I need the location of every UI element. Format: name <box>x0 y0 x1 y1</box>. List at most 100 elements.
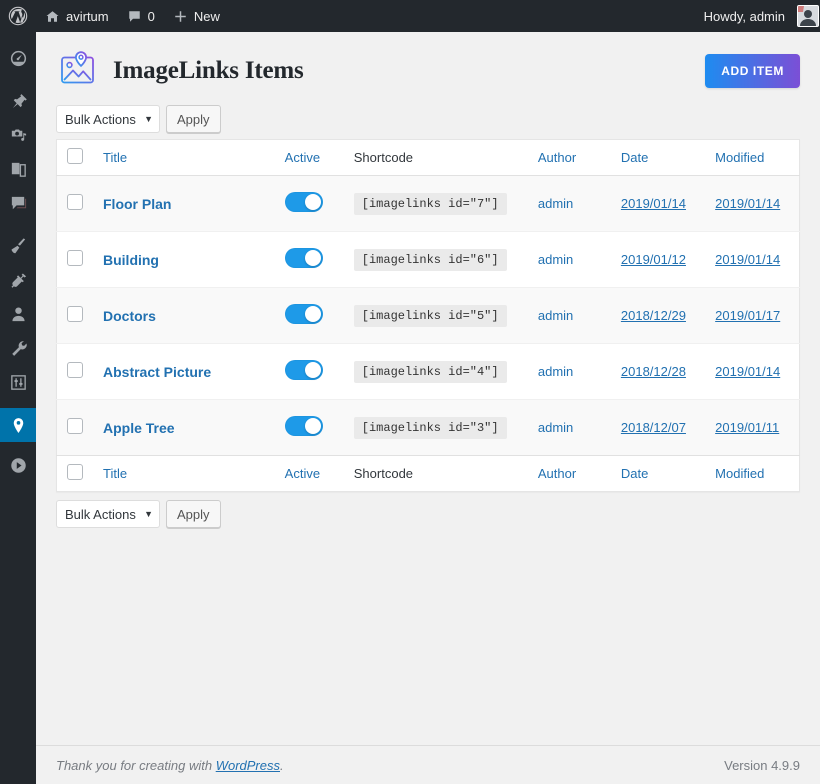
active-toggle[interactable] <box>284 192 323 212</box>
select-all-checkbox-bottom[interactable] <box>67 464 83 480</box>
modified-link[interactable]: 2019/01/14 <box>715 196 780 211</box>
row-shortcode-cell: [imagelinks id="6"] <box>343 231 528 288</box>
toggle-knob <box>304 250 321 266</box>
row-select-cell <box>56 231 93 288</box>
active-toggle[interactable] <box>284 304 323 324</box>
imagelinks-photo-pin-icon <box>56 48 101 93</box>
column-footer-title[interactable]: Title <box>93 455 275 492</box>
sidebar-item-comments[interactable] <box>0 186 36 220</box>
wordpress-logo-button[interactable] <box>0 0 36 32</box>
wordpress-link[interactable]: WordPress <box>216 758 280 773</box>
footer-thanks-prefix: Thank you for creating with <box>56 757 216 773</box>
column-footer-author[interactable]: Author <box>527 455 611 492</box>
row-checkbox[interactable] <box>67 418 83 434</box>
sidebar-item-tools[interactable] <box>0 331 36 365</box>
row-checkbox[interactable] <box>67 306 83 322</box>
site-name-button[interactable]: avirtum <box>36 0 118 32</box>
select-all-checkbox-top[interactable] <box>67 148 83 164</box>
column-header-date-label: Date <box>620 150 649 165</box>
row-active-cell <box>274 343 344 400</box>
column-footer-date[interactable]: Date <box>610 455 706 492</box>
user-icon <box>9 305 28 324</box>
modified-link[interactable]: 2019/01/17 <box>715 308 780 323</box>
column-header-title[interactable]: Title <box>93 139 275 176</box>
date-link[interactable]: 2019/01/12 <box>621 252 686 267</box>
plus-icon <box>173 9 188 24</box>
sidebar-item-imagelinks[interactable] <box>0 408 36 442</box>
apply-button-top[interactable]: Apply <box>166 105 221 133</box>
row-title-link[interactable]: Building <box>103 252 159 268</box>
row-title-link[interactable]: Apple Tree <box>103 420 175 436</box>
admin-bar: avirtum 0 New Howdy, admin <box>0 0 820 32</box>
modified-link[interactable]: 2019/01/14 <box>715 364 780 379</box>
active-toggle[interactable] <box>284 416 323 436</box>
bulk-actions-select-bottom[interactable]: Bulk Actions <box>56 500 160 528</box>
sidebar-item-pages[interactable] <box>0 152 36 186</box>
author-link[interactable]: admin <box>538 364 573 379</box>
shortcode-text[interactable]: [imagelinks id="6"] <box>353 248 507 271</box>
author-link[interactable]: admin <box>538 252 573 267</box>
row-author-cell: admin <box>527 399 611 456</box>
date-link[interactable]: 2018/12/29 <box>621 308 686 323</box>
column-header-active[interactable]: Active <box>274 139 344 176</box>
sidebar-item-media[interactable] <box>0 118 36 152</box>
author-link[interactable]: admin <box>538 420 573 435</box>
row-checkbox[interactable] <box>67 194 83 210</box>
add-item-button[interactable]: ADD ITEM <box>705 53 800 88</box>
new-content-button[interactable]: New <box>164 0 229 32</box>
apply-button-bottom[interactable]: Apply <box>166 500 221 528</box>
comments-button[interactable]: 0 <box>118 0 164 32</box>
row-date-cell: 2019/01/12 <box>610 231 706 288</box>
toggle-knob <box>304 362 321 378</box>
row-date-cell: 2018/12/29 <box>610 287 706 344</box>
column-header-modified[interactable]: Modified <box>705 139 800 176</box>
column-header-date[interactable]: Date <box>610 139 706 176</box>
shortcode-text[interactable]: [imagelinks id="4"] <box>353 360 507 383</box>
row-active-cell <box>275 176 344 232</box>
column-footer-modified[interactable]: Modified <box>705 455 800 492</box>
shortcode-text[interactable]: [imagelinks id="3"] <box>353 416 507 439</box>
row-title-cell: Building <box>93 231 275 288</box>
wrench-icon <box>9 339 28 358</box>
row-checkbox[interactable] <box>67 250 83 266</box>
row-active-cell <box>274 231 344 288</box>
date-link[interactable]: 2018/12/28 <box>621 364 686 379</box>
column-footer-modified-label: Modified <box>715 466 765 481</box>
table-foot: Title Active Shortcode Author Date Modif… <box>56 455 800 492</box>
row-date-cell: 2018/12/07 <box>610 399 706 456</box>
author-link[interactable]: admin <box>538 308 573 323</box>
select-all-footer <box>56 455 93 492</box>
sidebar-item-settings[interactable] <box>0 365 36 399</box>
sidebar-item-appearance[interactable] <box>0 229 36 263</box>
column-header-author[interactable]: Author <box>527 139 611 176</box>
row-shortcode-cell: [imagelinks id="5"] <box>343 287 528 344</box>
sidebar-item-users[interactable] <box>0 297 36 331</box>
user-avatar-icon <box>797 5 819 27</box>
toggle-knob <box>304 194 321 210</box>
sidebar-item-plugins[interactable] <box>0 263 36 297</box>
sidebar-item-collapse-menu[interactable] <box>0 448 36 482</box>
bulk-actions-select-bottom-wrap: Bulk Actions ▼ <box>56 500 160 528</box>
active-toggle[interactable] <box>284 248 323 268</box>
row-title-link[interactable]: Floor Plan <box>103 196 171 212</box>
row-title-link[interactable]: Abstract Picture <box>103 364 211 380</box>
modified-link[interactable]: 2019/01/14 <box>715 252 780 267</box>
date-link[interactable]: 2019/01/14 <box>621 196 686 211</box>
sidebar-item-dashboard[interactable] <box>0 41 36 75</box>
wordpress-logo-icon <box>8 6 28 26</box>
row-modified-cell: 2019/01/11 <box>705 399 800 456</box>
row-title-cell: Floor Plan <box>93 176 275 232</box>
row-title-link[interactable]: Doctors <box>103 308 156 324</box>
author-link[interactable]: admin <box>538 196 573 211</box>
column-footer-active[interactable]: Active <box>274 455 344 492</box>
row-select-cell <box>57 176 94 232</box>
date-link[interactable]: 2018/12/07 <box>621 420 686 435</box>
bulk-actions-select-top[interactable]: Bulk Actions <box>56 105 160 133</box>
sidebar-item-posts[interactable] <box>0 84 36 118</box>
my-account-button[interactable]: Howdy, admin <box>695 0 820 32</box>
modified-link[interactable]: 2019/01/11 <box>715 420 779 435</box>
active-toggle[interactable] <box>284 360 323 380</box>
shortcode-text[interactable]: [imagelinks id="7"] <box>353 192 507 215</box>
shortcode-text[interactable]: [imagelinks id="5"] <box>353 304 507 327</box>
row-checkbox[interactable] <box>67 362 83 378</box>
